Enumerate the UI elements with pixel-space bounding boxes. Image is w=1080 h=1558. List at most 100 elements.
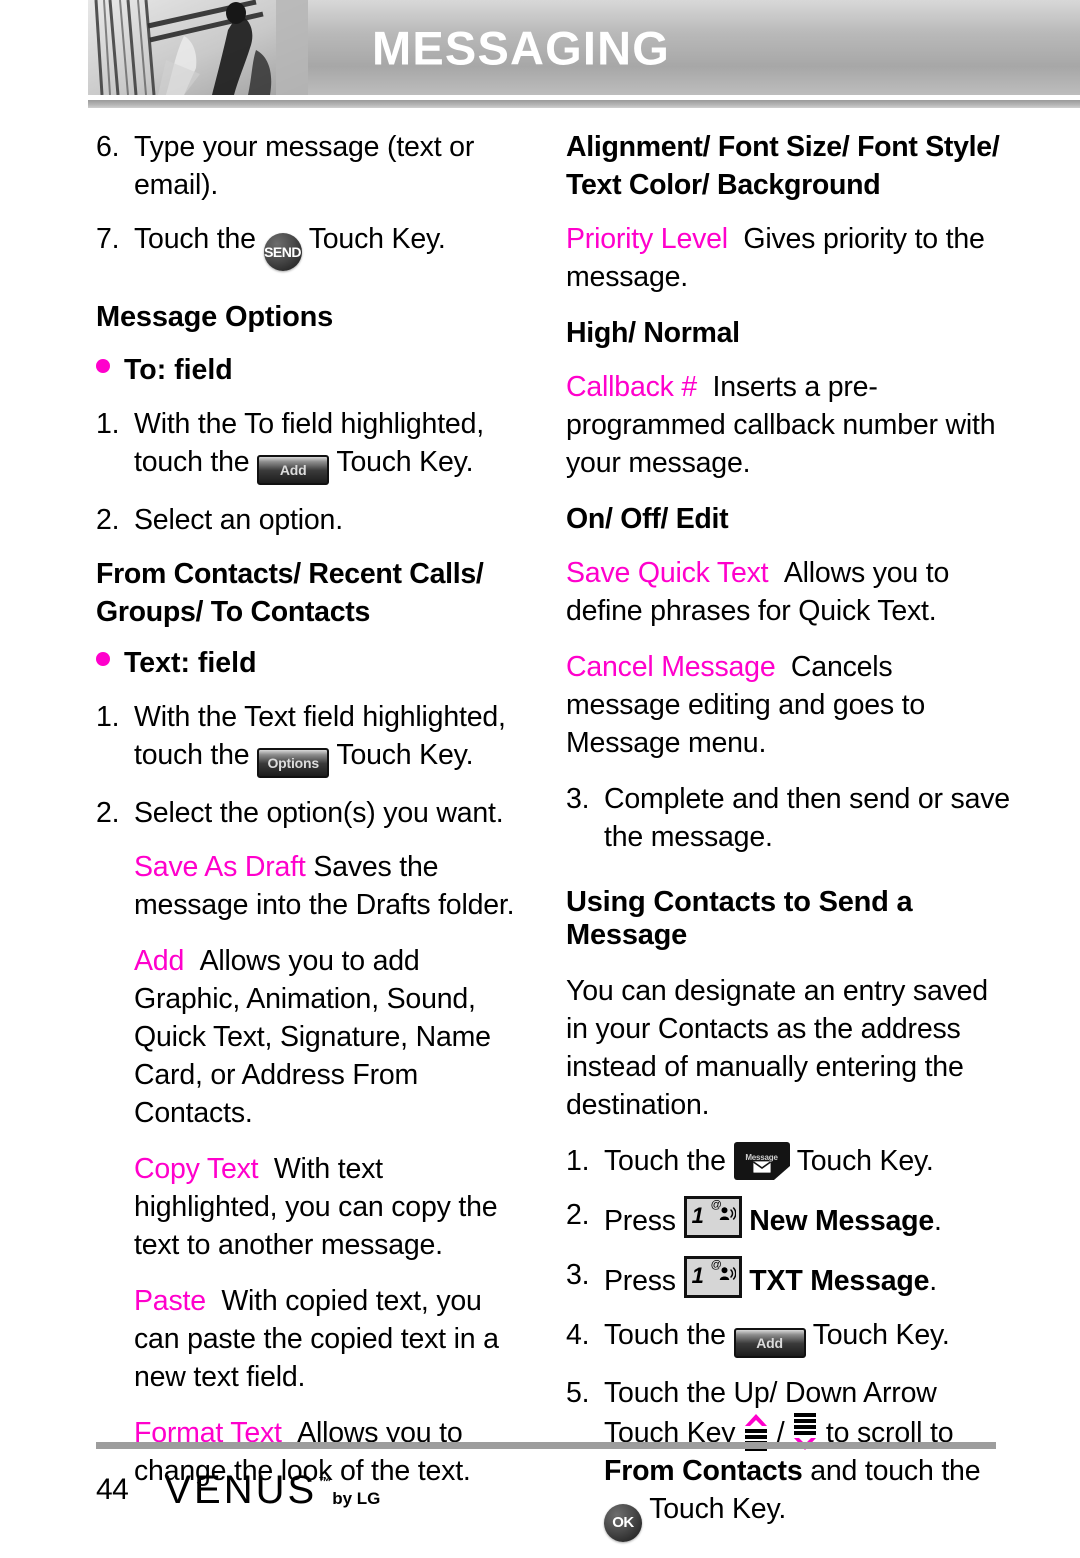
step-text: Complete and then send or save the messa… — [604, 783, 1010, 853]
page-number: 44 — [96, 1473, 129, 1506]
footer-divider — [96, 1442, 996, 1449]
step-number: 3. — [566, 1259, 590, 1291]
format-text-values: Alignment/ Font Size/ Font Style/ Text C… — [566, 131, 1000, 201]
keypad-1-key-icon[interactable]: 1 @ — [683, 1253, 742, 1298]
list-item: 2. Select the option(s) you want. — [96, 794, 526, 832]
page-footer: 44 VENUS ™ by LG — [96, 1462, 996, 1518]
add-key-icon[interactable]: Add — [733, 1328, 806, 1358]
step-text-before: Touch the — [604, 1319, 726, 1351]
keypad-digit: 1 — [691, 1203, 704, 1228]
header-photo — [88, 0, 308, 95]
right-column: Alignment/ Font Size/ Font Style/ Text C… — [566, 128, 1014, 1558]
list-item: 1. With the To field highlighted, touch … — [96, 405, 526, 485]
list-item: 6. Type your message (text or email). — [96, 128, 526, 204]
step-text-after: Touch Key. — [336, 739, 474, 771]
section-heading-using-contacts: Using Contacts to Send a Message — [566, 886, 913, 951]
section-heading-message-options: Message Options — [96, 301, 334, 333]
step-number: 6. — [96, 131, 120, 163]
step-text: Touch the Message Touch Key. — [604, 1142, 1014, 1180]
step-text: Touch the Add Touch Key. — [604, 1316, 1014, 1358]
step-number: 2. — [566, 1199, 590, 1231]
option-term: Save As Draft — [134, 851, 306, 883]
option-values: High/ Normal — [566, 317, 740, 349]
option-entry: Cancel Message Cancels message editing a… — [566, 648, 1014, 762]
step-number: 4. — [566, 1319, 590, 1351]
step-text-after: Touch Key. — [308, 223, 446, 255]
voicemail-icon — [719, 1193, 737, 1231]
option-term: Add — [134, 945, 185, 977]
step-text: Type your message (text or email). — [134, 131, 475, 201]
brand-by-line: by LG — [332, 1489, 381, 1508]
voicemail-icon — [719, 1253, 737, 1291]
step-text: Press 1 @ TXT Message. — [604, 1256, 1014, 1300]
option-term: Callback # — [566, 371, 698, 403]
bullet-dot-icon — [96, 359, 110, 373]
bullet-dot-icon — [96, 652, 110, 666]
tab-corner-icon — [773, 1166, 790, 1180]
step-number: 2. — [96, 797, 120, 829]
bullet-heading-to-field: To: field — [96, 354, 526, 387]
option-entry: Add Allows you to add Graphic, Animation… — [134, 942, 526, 1132]
add-key-icon[interactable]: Add — [257, 455, 330, 485]
step-text-before: Touch the — [604, 1145, 726, 1177]
page-header: MESSAGING — [88, 0, 1080, 95]
option-entry: Save Quick Text Allows you to define phr… — [566, 554, 1014, 630]
option-entry: Priority Level Gives priority to the mes… — [566, 220, 1014, 296]
step-number: 1. — [96, 701, 120, 733]
step-text: Press 1 @ New Message. — [604, 1196, 1014, 1240]
keypad-digit: 1 — [691, 1263, 704, 1288]
step-number: 2. — [96, 504, 120, 536]
bullet-label: To: field — [124, 354, 233, 386]
option-term: Paste — [134, 1285, 206, 1317]
list-item: 7. Touch the SEND Touch Key. — [96, 220, 526, 271]
send-key-icon[interactable]: SEND — [263, 233, 302, 271]
left-column: 6. Type your message (text or email). 7.… — [96, 128, 526, 1508]
option-term: Priority Level — [566, 223, 728, 255]
trademark-icon: ™ — [318, 1474, 332, 1489]
step-text: Touch the SEND Touch Key. — [134, 220, 526, 271]
step-number: 1. — [96, 408, 120, 440]
menu-option-label: New Message — [749, 1205, 935, 1237]
keypad-1-key-icon[interactable]: 1 @ — [683, 1193, 742, 1238]
section-intro: You can designate an entry saved in your… — [566, 975, 988, 1121]
bullet-heading-text-field: Text: field — [96, 647, 526, 680]
message-key-icon[interactable]: Message — [733, 1142, 790, 1180]
option-description: Allows you to add Graphic, Animation, So… — [134, 945, 491, 1129]
step-text-after: Touch Key. — [812, 1319, 950, 1351]
to-field-options: From Contacts/ Recent Calls/ Groups/ To … — [96, 558, 484, 628]
step-text-after: Touch Key. — [336, 446, 474, 478]
option-term: Copy Text — [134, 1153, 259, 1185]
option-values: On/ Off/ Edit — [566, 503, 729, 535]
step-text-after: Touch Key. — [796, 1145, 934, 1177]
option-entry: Callback # Inserts a pre-programmed call… — [566, 368, 1014, 482]
list-item: 3. Press 1 @ TXT Message. — [566, 1256, 1014, 1300]
step-text: Select the option(s) you want. — [134, 797, 504, 829]
step-number: 3. — [566, 783, 590, 815]
step-number: 1. — [566, 1145, 590, 1177]
menu-option-label: TXT Message — [749, 1265, 930, 1297]
list-item: 2. Select an option. — [96, 501, 526, 539]
list-item: 4. Touch the Add Touch Key. — [566, 1316, 1014, 1358]
brand-name: VENUS — [164, 1468, 318, 1512]
header-divider — [88, 100, 1080, 108]
options-key-icon[interactable]: Options — [257, 748, 330, 778]
option-term: Save Quick Text — [566, 557, 769, 589]
step-text-tail: . — [929, 1265, 937, 1297]
step-text-before: Press — [604, 1265, 676, 1297]
list-item: 3. Complete and then send or save the me… — [566, 780, 1014, 856]
step-text: Select an option. — [134, 504, 343, 536]
step-text-before: Touch the — [134, 223, 256, 255]
step-number: 7. — [96, 223, 120, 255]
option-entry: Copy Text With text highlighted, you can… — [134, 1150, 526, 1264]
step-text: With the To field highlighted, touch the… — [134, 405, 526, 485]
brand-logo: VENUS ™ by LG — [164, 1468, 381, 1512]
option-entry: Paste With copied text, you can paste th… — [134, 1282, 526, 1396]
option-entry: Save As Draft Saves the message into the… — [134, 848, 526, 924]
list-item: 1. Touch the Message Touch Key. — [566, 1142, 1014, 1180]
list-item: 1. With the Text field highlighted, touc… — [96, 698, 526, 778]
step-text: With the Text field highlighted, touch t… — [134, 698, 526, 778]
list-item: 2. Press 1 @ New Message. — [566, 1196, 1014, 1240]
bullet-label: Text: field — [124, 647, 257, 679]
page-title: MESSAGING — [372, 21, 671, 74]
option-term: Cancel Message — [566, 651, 776, 683]
